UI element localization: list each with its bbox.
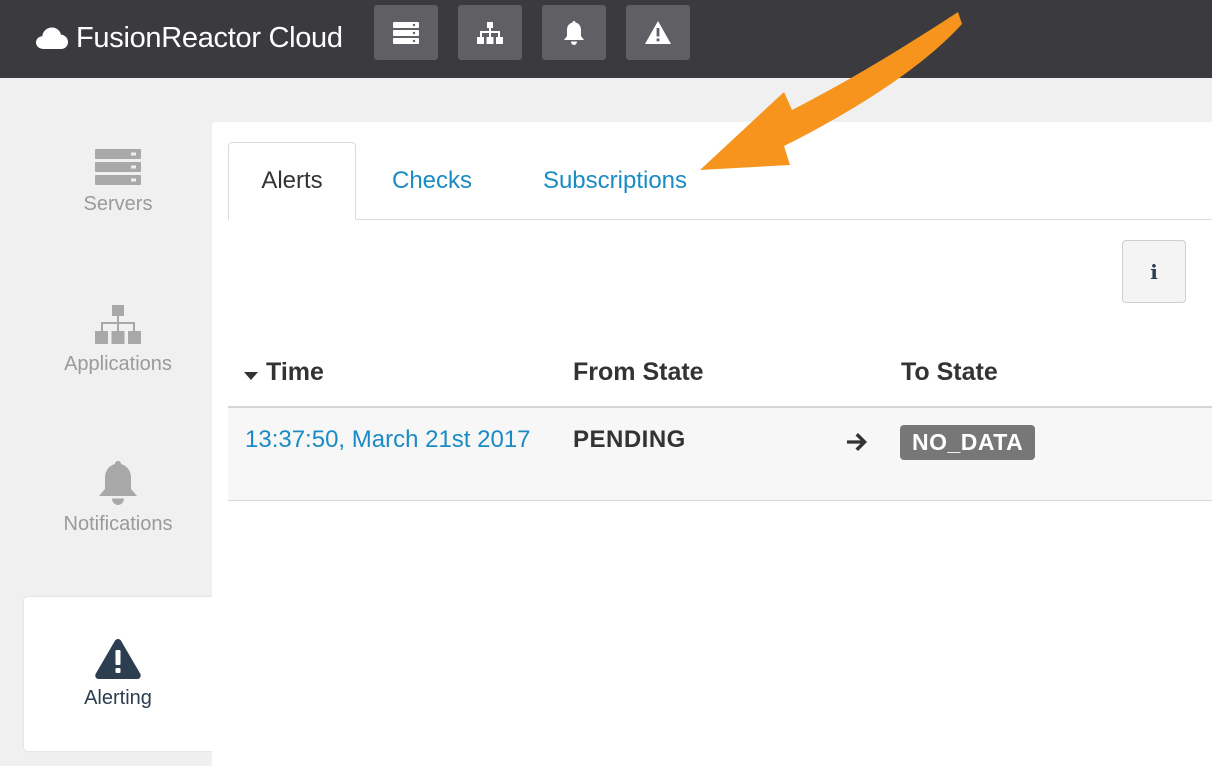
column-header-to-state[interactable]: To State <box>901 358 998 387</box>
main-panel: Alerts Checks Subscriptions i Time From … <box>212 122 1212 766</box>
sidebar-item-label: Servers <box>83 192 153 215</box>
server-stack-icon <box>95 148 141 185</box>
tab-label: Checks <box>391 167 473 194</box>
sidebar: Servers Applications Notifications Alert… <box>0 78 212 766</box>
brand[interactable]: FusionReactor Cloud <box>36 18 343 58</box>
warning-triangle-icon <box>95 638 141 679</box>
server-stack-icon <box>393 21 419 44</box>
topbar-alerting-button[interactable] <box>626 5 690 60</box>
sidebar-item-notifications[interactable]: Notifications <box>24 421 212 575</box>
sitemap-icon <box>477 21 503 44</box>
alert-time-link[interactable]: 13:37:50, March 21st 2017 <box>245 426 531 454</box>
bell-icon <box>563 20 585 45</box>
to-state-badge: NO_DATA <box>900 425 1036 460</box>
sidebar-item-label: Notifications <box>63 512 173 535</box>
tab-subscriptions[interactable]: Subscriptions <box>524 142 706 220</box>
column-header-from-state[interactable]: From State <box>573 358 704 387</box>
tab-alerts[interactable]: Alerts <box>228 142 356 220</box>
cloud-icon <box>36 27 68 49</box>
bell-icon <box>97 460 139 505</box>
tab-bar: Alerts Checks Subscriptions <box>228 142 1212 220</box>
topbar-applications-button[interactable] <box>458 5 522 60</box>
sitemap-icon <box>95 304 141 345</box>
sidebar-item-alerting[interactable]: Alerting <box>24 597 212 751</box>
tab-label: Subscriptions <box>542 167 688 194</box>
warning-triangle-icon <box>645 21 671 44</box>
sidebar-item-label: Alerting <box>84 686 152 709</box>
column-header-label: To State <box>901 358 998 386</box>
info-icon: i <box>1150 259 1158 284</box>
from-state-value: PENDING <box>573 426 686 453</box>
sort-desc-icon <box>244 358 258 387</box>
sidebar-item-servers[interactable]: Servers <box>24 105 212 259</box>
table-row: 13:37:50, March 21st 2017 PENDING NO_DAT… <box>228 408 1212 501</box>
top-navbar: FusionReactor Cloud <box>0 0 1212 78</box>
arrow-right-icon <box>846 432 868 457</box>
column-header-time[interactable]: Time <box>244 358 324 387</box>
topbar-servers-button[interactable] <box>374 5 438 60</box>
app-title: FusionReactor Cloud <box>76 21 343 54</box>
table-header: Time From State To State <box>228 342 1212 408</box>
tab-checks[interactable]: Checks <box>366 142 498 220</box>
topbar-notifications-button[interactable] <box>542 5 606 60</box>
column-header-label: From State <box>573 358 704 386</box>
sidebar-item-label: Applications <box>64 352 172 375</box>
info-button[interactable]: i <box>1122 240 1186 303</box>
sidebar-item-applications[interactable]: Applications <box>24 263 212 417</box>
tab-label: Alerts <box>261 167 323 194</box>
column-header-label: Time <box>266 358 324 386</box>
